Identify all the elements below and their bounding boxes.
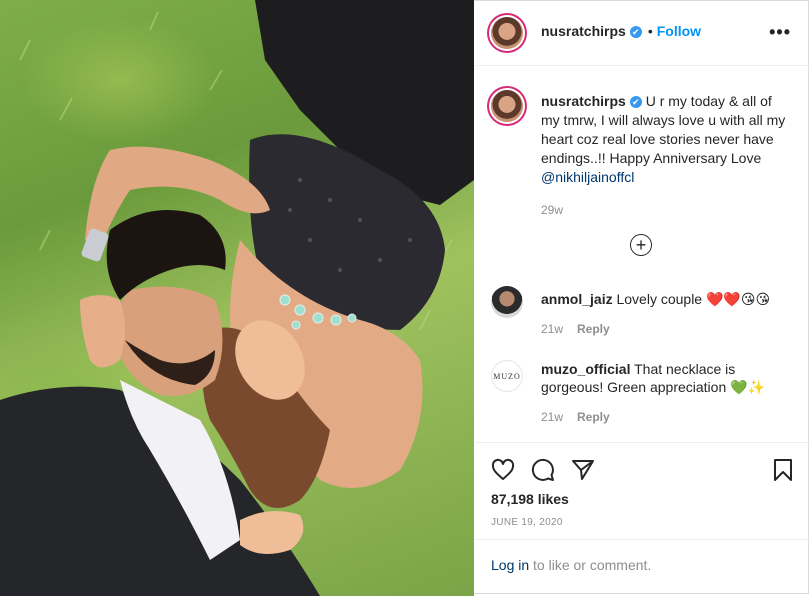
caption-mention-link[interactable]: @nikhiljainoffcl: [541, 169, 634, 185]
comment-emojis: 💚✨: [730, 379, 765, 395]
separator-dot: •: [647, 23, 653, 39]
comment-body: Lovely couple: [616, 291, 706, 307]
login-prompt: Log in to like or comment.: [475, 539, 809, 595]
bookmark-icon[interactable]: [773, 458, 793, 482]
load-more-comments-icon[interactable]: +: [630, 234, 652, 256]
login-prompt-text: to like or comment.: [529, 557, 652, 573]
share-icon[interactable]: [571, 458, 595, 482]
comment-age[interactable]: 21w: [541, 322, 563, 336]
caption-username[interactable]: nusratchirps: [541, 93, 626, 109]
commenter-username[interactable]: muzo_official: [541, 361, 630, 377]
post-header: nusratchirps ✔ • Follow •••: [475, 0, 809, 66]
follow-button[interactable]: Follow: [657, 23, 701, 39]
post-date[interactable]: JUNE 19, 2020: [491, 517, 563, 528]
caption-avatar[interactable]: [491, 90, 523, 122]
comment-emojis: ❤️❤️😘😘: [706, 291, 771, 307]
likes-count[interactable]: 87,198 likes: [491, 491, 569, 507]
post-actions: 87,198 likes JUNE 19, 2020 Log in to lik…: [475, 442, 809, 594]
caption-age[interactable]: 29w: [541, 201, 791, 220]
heart-icon[interactable]: [491, 458, 515, 482]
comment-meta: 21w Reply: [541, 410, 610, 424]
verified-badge-icon: ✔: [629, 96, 642, 108]
author-line: nusratchirps ✔ • Follow: [541, 23, 701, 41]
reply-button[interactable]: Reply: [577, 410, 610, 424]
verified-badge-icon: ✔: [629, 26, 642, 38]
comment-meta: 21w Reply: [541, 322, 610, 336]
reply-button[interactable]: Reply: [577, 322, 610, 336]
post-photo[interactable]: [0, 0, 474, 596]
author-username[interactable]: nusratchirps: [541, 23, 626, 39]
commenter-avatar[interactable]: [491, 286, 523, 318]
photo-illustration: [0, 0, 474, 596]
caption-text: nusratchirps ✔ U r my today & all of my t…: [541, 92, 791, 220]
more-options-icon[interactable]: •••: [769, 22, 791, 43]
commenter-username[interactable]: anmol_jaiz: [541, 291, 613, 307]
post-side-panel: nusratchirps ✔ • Follow ••• nusratchirps ✔ U…: [475, 0, 809, 594]
comment-icon[interactable]: [531, 458, 555, 482]
login-link[interactable]: Log in: [491, 557, 529, 573]
comment-text: anmol_jaiz Lovely couple ❤️❤️😘😘: [541, 290, 791, 308]
comment-text: muzo_official That necklace is gorgeous!…: [541, 360, 791, 396]
commenter-avatar[interactable]: MUZO: [491, 360, 523, 392]
comment-age[interactable]: 21w: [541, 410, 563, 424]
author-avatar[interactable]: [491, 17, 523, 49]
